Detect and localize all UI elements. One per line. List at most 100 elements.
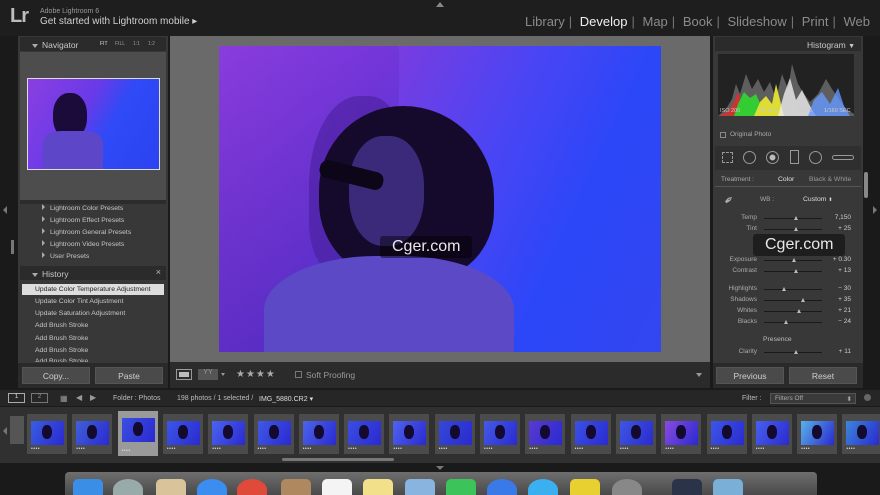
collapse-right-arrow-icon[interactable] — [873, 206, 877, 214]
slider-knob[interactable] — [793, 350, 798, 354]
slider-knob[interactable] — [782, 287, 787, 291]
soft-proofing-checkbox[interactable] — [295, 371, 302, 378]
slider-value[interactable]: + 35 — [815, 296, 851, 303]
filmstrip-thumb[interactable]: •••• — [842, 414, 880, 454]
slider-knob[interactable] — [792, 258, 797, 262]
current-filename[interactable]: IMG_5880.CR2 ▾ — [259, 395, 313, 403]
history-item[interactable]: Add Brush Stroke — [22, 345, 164, 356]
filmstrip-thumb[interactable]: •••• — [389, 414, 430, 454]
filmstrip-thumb[interactable]: •••• — [751, 414, 792, 454]
slider-track[interactable] — [764, 289, 822, 290]
radial-filter-icon[interactable] — [809, 151, 822, 164]
filmstrip-thumb[interactable]: •••• — [27, 414, 67, 454]
photos-icon[interactable] — [405, 479, 435, 495]
filter-select[interactable]: Filters Off ⬍ — [770, 393, 856, 404]
left-panel-handle[interactable] — [11, 240, 14, 254]
filmstrip-thumb[interactable]: •••• — [162, 414, 203, 454]
history-item[interactable]: Update Color Tint Adjustment — [22, 296, 164, 307]
lightroom-dock-icon[interactable] — [672, 479, 702, 495]
slider-knob[interactable] — [800, 298, 805, 302]
module-develop[interactable]: Develop — [576, 14, 632, 29]
filmstrip-thumb[interactable]: •••• — [661, 414, 702, 454]
talk-icon[interactable] — [570, 479, 600, 495]
zoom-1-1[interactable]: 1:1 — [133, 41, 140, 47]
filmstrip-thumb-selected[interactable]: •••• — [117, 411, 158, 456]
filmstrip-left-arrow-icon[interactable] — [3, 427, 7, 435]
contacts-icon[interactable] — [281, 479, 311, 495]
filmstrip-thumb[interactable]: •••• — [72, 414, 113, 454]
chrome-icon[interactable] — [237, 479, 267, 495]
right-panel-scrollbar[interactable] — [864, 172, 868, 198]
treatment-bw[interactable]: Black & White — [809, 176, 851, 183]
slider-knob[interactable] — [794, 227, 799, 231]
system-prefs-icon[interactable] — [612, 479, 642, 495]
grid-view-icon[interactable]: ▦ — [60, 394, 68, 403]
history-item[interactable]: Update Saturation Adjustment — [22, 308, 164, 319]
filmstrip-thumb[interactable]: •••• — [344, 414, 385, 454]
filmstrip-thumb[interactable]: •••• — [570, 414, 611, 454]
crop-tool-icon[interactable] — [722, 152, 733, 163]
filmstrip-thumb[interactable]: •••• — [208, 414, 249, 454]
safari-icon[interactable] — [197, 479, 227, 495]
notes-icon[interactable] — [156, 479, 186, 495]
module-map[interactable]: Map — [639, 14, 672, 29]
collapse-left-arrow-icon[interactable] — [3, 206, 7, 214]
filmstrip-thumb[interactable]: •••• — [298, 414, 339, 454]
module-print[interactable]: Print — [798, 14, 833, 29]
slider-track[interactable] — [764, 300, 822, 301]
slider-value[interactable]: + 25 — [815, 225, 851, 232]
filmstrip-thumb[interactable]: •••• — [434, 414, 475, 454]
forward-arrow-icon[interactable]: ▶ — [90, 393, 96, 402]
filmstrip-thumb[interactable]: •••• — [253, 414, 294, 454]
slider-knob[interactable] — [784, 320, 789, 324]
messages-icon[interactable] — [528, 479, 558, 495]
finder-icon[interactable] — [73, 479, 103, 495]
adjustment-brush-icon[interactable] — [832, 155, 854, 160]
slider-value[interactable]: + 21 — [815, 307, 851, 314]
filmstrip-thumb[interactable]: •••• — [525, 414, 566, 454]
module-book[interactable]: Book — [679, 14, 717, 29]
star-rating[interactable]: ★★★★ — [236, 369, 276, 380]
module-web[interactable]: Web — [840, 14, 875, 29]
filmstrip-thumb[interactable]: •••• — [706, 414, 747, 454]
histogram-chart[interactable]: ISO 200 50 mm f / 5.6 1/160 SEC — [718, 54, 854, 116]
facetime-icon[interactable] — [446, 479, 476, 495]
spot-removal-icon[interactable] — [743, 151, 756, 164]
slider-value[interactable]: 7,150 — [815, 214, 851, 221]
back-arrow-icon[interactable]: ◀ — [76, 393, 82, 402]
stickies-icon[interactable] — [363, 479, 393, 495]
slider-knob[interactable] — [796, 309, 801, 313]
slider-knob[interactable] — [793, 216, 798, 220]
previous-button[interactable]: Previous — [716, 367, 784, 384]
slider-value[interactable]: + 0.30 — [815, 256, 851, 263]
histogram-header[interactable]: Histogram ▼ — [715, 37, 861, 51]
mobile-promo-link[interactable]: Get started with Lightroom mobile ▸ — [40, 16, 197, 27]
history-item[interactable]: Add Brush Stroke — [22, 320, 164, 331]
slider-value[interactable]: − 24 — [815, 318, 851, 325]
loupe-view-icon[interactable] — [176, 369, 192, 380]
module-library[interactable]: Library — [521, 14, 569, 29]
slider-track[interactable] — [764, 311, 822, 312]
slider-knob[interactable] — [793, 269, 798, 273]
folder-source[interactable]: Folder : Photos — [113, 395, 160, 402]
collapse-top-arrow-icon[interactable] — [436, 2, 444, 7]
preset-folder[interactable]: Lightroom Color Presets — [42, 204, 123, 212]
before-after-icon[interactable]: YY — [198, 369, 218, 380]
calendar-icon[interactable] — [322, 479, 352, 495]
wb-select[interactable]: Custom ⬍ — [803, 196, 833, 203]
zoom-fill[interactable]: FILL — [115, 41, 125, 47]
history-item[interactable]: Add Brush Stroke — [22, 333, 164, 344]
clear-history-icon[interactable]: × — [156, 267, 161, 277]
xcode-icon[interactable] — [487, 479, 517, 495]
dropdown-arrow-icon[interactable] — [221, 373, 225, 376]
module-slideshow[interactable]: Slideshow — [723, 14, 790, 29]
filmstrip-scrollbar[interactable] — [282, 458, 394, 461]
main-photo[interactable] — [219, 46, 661, 352]
filmstrip-thumb[interactable]: •••• — [480, 414, 520, 454]
slider-track[interactable] — [764, 322, 822, 323]
preset-folder[interactable]: Lightroom General Presets — [42, 228, 131, 236]
collapse-bottom-arrow-icon[interactable] — [436, 466, 444, 470]
original-photo-checkbox[interactable] — [720, 132, 726, 138]
toolbar-menu-arrow-icon[interactable] — [696, 373, 702, 377]
rocket-icon[interactable] — [113, 479, 143, 495]
